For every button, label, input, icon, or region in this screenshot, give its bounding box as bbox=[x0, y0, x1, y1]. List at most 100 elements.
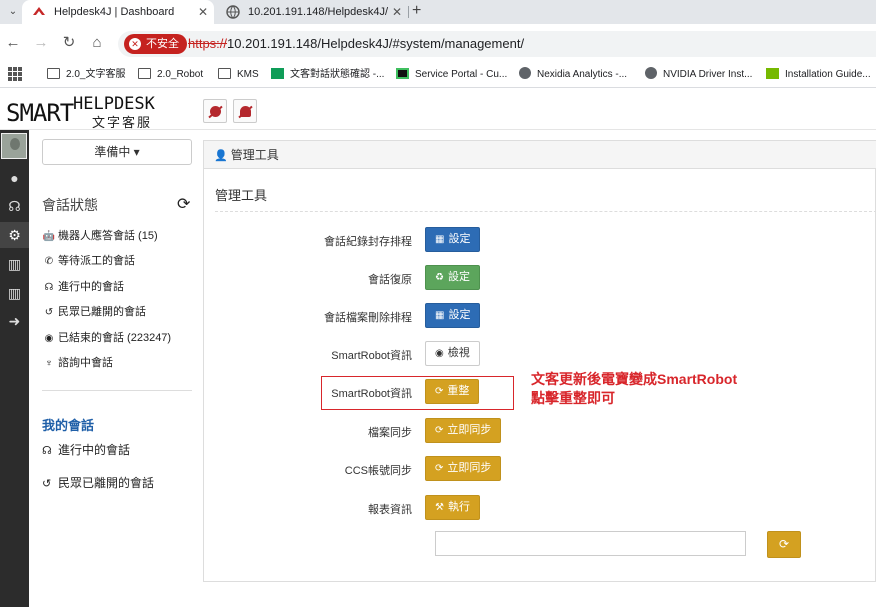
archive-schedule-settings-button[interactable]: ▦ 設定 bbox=[425, 227, 481, 252]
globe-icon bbox=[645, 67, 657, 79]
visibility-off-icon[interactable] bbox=[203, 99, 227, 123]
file-delete-schedule-settings-button[interactable]: ▦ 設定 bbox=[425, 303, 481, 328]
folder-icon bbox=[47, 68, 60, 79]
smart-helpdesk-logo[interactable]: SMART HELPDESK 文字客服 bbox=[6, 92, 176, 130]
sidebar-item-consulting[interactable]: ♆ 諮詢中會話 bbox=[42, 354, 113, 370]
notification-off-icon[interactable] bbox=[233, 99, 257, 123]
agent-status-dropdown[interactable]: 準備中 ▾ bbox=[42, 139, 192, 165]
portal-icon bbox=[396, 68, 409, 79]
stethoscope-icon: ♆ bbox=[45, 358, 53, 369]
history-icon: ↺ bbox=[44, 307, 54, 318]
close-tab-icon[interactable]: ✕ bbox=[392, 0, 402, 24]
sidebar-item-robot[interactable]: 🤖 機器人應答會話 (15) bbox=[42, 227, 158, 243]
sidebar-item-active[interactable]: ☊ 進行中的會話 bbox=[42, 278, 124, 294]
sidebar-item-ended[interactable]: ◉ 已結束的會話 (223247) bbox=[42, 329, 171, 345]
annotation-note: 文客更新後電寶變成SmartRobot 點擊重整即可 bbox=[531, 371, 738, 406]
user-icon[interactable]: ● bbox=[0, 165, 29, 191]
not-secure-badge[interactable]: ✕ 不安全 bbox=[124, 34, 187, 54]
stop-circle-icon: ◉ bbox=[44, 333, 54, 344]
bookmark-item[interactable]: 文客對話狀態確認 -... bbox=[271, 62, 384, 88]
headset-icon: ☊ bbox=[42, 445, 52, 457]
eye-icon: ◉ bbox=[435, 348, 444, 359]
divider bbox=[42, 390, 192, 391]
bookmark-item[interactable]: Installation Guide... bbox=[766, 62, 871, 88]
tab-title: 10.201.191.148/Helpdesk4J/e bbox=[248, 6, 388, 18]
file-sync-button[interactable]: ⟳ 立即同步 bbox=[425, 418, 502, 443]
sidebar-item-my-left[interactable]: ↺ 民眾已離開的會話 bbox=[42, 474, 154, 491]
warning-icon: ✕ bbox=[129, 38, 141, 50]
management-panel: 👤 管理工具 管理工具 會話紀錄封存排程 ▦ 設定 會話復原 ♻ 設定 會話檔案刪除排… bbox=[203, 140, 876, 582]
sidebar-item-left[interactable]: ↺ 民眾已離開的會話 bbox=[42, 303, 146, 319]
refresh-icon: ⟳ bbox=[778, 537, 790, 551]
history-icon: ↺ bbox=[42, 478, 52, 490]
robot-icon: 🤖 bbox=[42, 231, 56, 242]
new-tab-icon[interactable]: + bbox=[412, 0, 421, 22]
tab-title: Helpdesk4J | Dashboard bbox=[54, 6, 175, 18]
bar-chart-icon[interactable]: ▥ bbox=[0, 251, 29, 277]
my-sessions-title: 我的會話 bbox=[42, 418, 95, 433]
headset-icon: ☊ bbox=[44, 282, 54, 293]
phone-icon: ✆ bbox=[44, 256, 54, 267]
row-label: 會話檔案刪除排程 bbox=[324, 312, 412, 324]
bookmark-item[interactable]: KMS bbox=[218, 62, 259, 88]
divider bbox=[215, 211, 876, 212]
highlight-box bbox=[321, 376, 514, 410]
url-text[interactable]: https://10.201.191.148/Helpdesk4J/#syste… bbox=[188, 31, 524, 57]
browser-tab-second[interactable]: 10.201.191.148/Helpdesk4J/e ✕ bbox=[216, 0, 408, 24]
sidebar-item-waiting[interactable]: ✆ 等待派工的會話 bbox=[42, 252, 135, 268]
bookmark-item[interactable]: NVIDIA Driver Inst... bbox=[645, 62, 752, 88]
smartrobot-view-button[interactable]: ◉ 檢視 bbox=[425, 341, 480, 366]
browser-tab-dashboard[interactable]: Helpdesk4J | Dashboard ✕ bbox=[22, 0, 214, 24]
back-arrow-icon[interactable]: ← bbox=[4, 34, 22, 52]
row-label: CCS帳號同步 bbox=[344, 465, 412, 477]
helpdesk-favicon-icon bbox=[33, 7, 45, 15]
icon-sidebar: ● ☊ ⚙ ▥ ▥ ➜ bbox=[0, 130, 29, 607]
user-gear-icon: 👤 bbox=[214, 150, 228, 162]
section-title: 會話狀態 bbox=[42, 197, 98, 213]
apps-grid-icon[interactable] bbox=[8, 67, 22, 81]
calendar-icon: ▦ bbox=[435, 234, 445, 245]
globe-icon bbox=[519, 67, 531, 79]
bookmark-item[interactable]: Nexidia Analytics -... bbox=[519, 62, 627, 88]
app-header: SMART HELPDESK 文字客服 bbox=[0, 89, 876, 130]
address-bar-row: ← → ↻ ⌂ ✕ 不安全 https://10.201.191.148/Hel… bbox=[0, 24, 876, 62]
text-input[interactable] bbox=[435, 531, 746, 556]
tab-search-chevron-icon[interactable]: ⌄ bbox=[4, 3, 22, 21]
row-label: 報表資訊 bbox=[368, 504, 412, 516]
close-tab-icon[interactable]: ✕ bbox=[198, 0, 208, 24]
refresh-icon: ⟳ bbox=[435, 425, 444, 436]
omnibox[interactable]: ✕ 不安全 https://10.201.191.148/Helpdesk4J/… bbox=[118, 31, 876, 57]
reload-icon[interactable]: ↻ bbox=[60, 34, 78, 52]
row-label: SmartRobot資訊 bbox=[331, 350, 412, 362]
tab-divider bbox=[408, 6, 409, 18]
forward-arrow-icon[interactable]: → bbox=[32, 34, 50, 52]
row-label: 檔案同步 bbox=[368, 427, 412, 439]
folder-icon bbox=[138, 68, 151, 79]
ccs-account-sync-button[interactable]: ⟳ 立即同步 bbox=[425, 456, 502, 481]
sheets-icon bbox=[271, 68, 284, 79]
home-icon[interactable]: ⌂ bbox=[88, 34, 106, 52]
bar-chart-icon[interactable]: ▥ bbox=[0, 280, 29, 306]
headset-icon[interactable]: ☊ bbox=[0, 193, 29, 219]
bookmark-item[interactable]: 2.0_Robot bbox=[138, 62, 203, 88]
bookmarks-bar: 2.0_文字客服 2.0_Robot KMS 文客對話狀態確認 -... Ser… bbox=[0, 62, 876, 88]
bookmark-item[interactable]: 2.0_文字客服 bbox=[47, 62, 125, 88]
bookmark-item[interactable]: Service Portal - Cu... bbox=[396, 62, 507, 88]
recycle-icon: ♻ bbox=[435, 272, 444, 283]
nvidia-icon bbox=[766, 68, 779, 79]
gear-icon[interactable]: ⚙ bbox=[0, 222, 29, 248]
session-restore-settings-button[interactable]: ♻ 設定 bbox=[425, 265, 480, 290]
arrow-circle-right-icon[interactable]: ➜ bbox=[0, 308, 29, 334]
row-label: 會話復原 bbox=[368, 274, 412, 286]
refresh-button[interactable]: ⟳ bbox=[767, 531, 801, 558]
row-label: 會話紀錄封存排程 bbox=[324, 236, 412, 248]
chat-sidebar: 準備中 ▾ 會話狀態 ⟳ 🤖 機器人應答會話 (15) ✆ 等待派工的會話 ☊ 進行中… bbox=[29, 130, 200, 607]
avatar[interactable] bbox=[1, 133, 27, 159]
refresh-icon[interactable]: ⟳ bbox=[177, 194, 190, 214]
globe-icon bbox=[226, 5, 240, 19]
refresh-icon: ⟳ bbox=[435, 463, 444, 474]
browser-tab-bar: ⌄ Helpdesk4J | Dashboard ✕ 10.201.191.14… bbox=[0, 0, 876, 24]
report-run-button[interactable]: ⚒ 執行 bbox=[425, 495, 480, 520]
sidebar-item-my-active[interactable]: ☊ 進行中的會話 bbox=[42, 441, 130, 458]
section-title: 管理工具 bbox=[215, 188, 268, 203]
